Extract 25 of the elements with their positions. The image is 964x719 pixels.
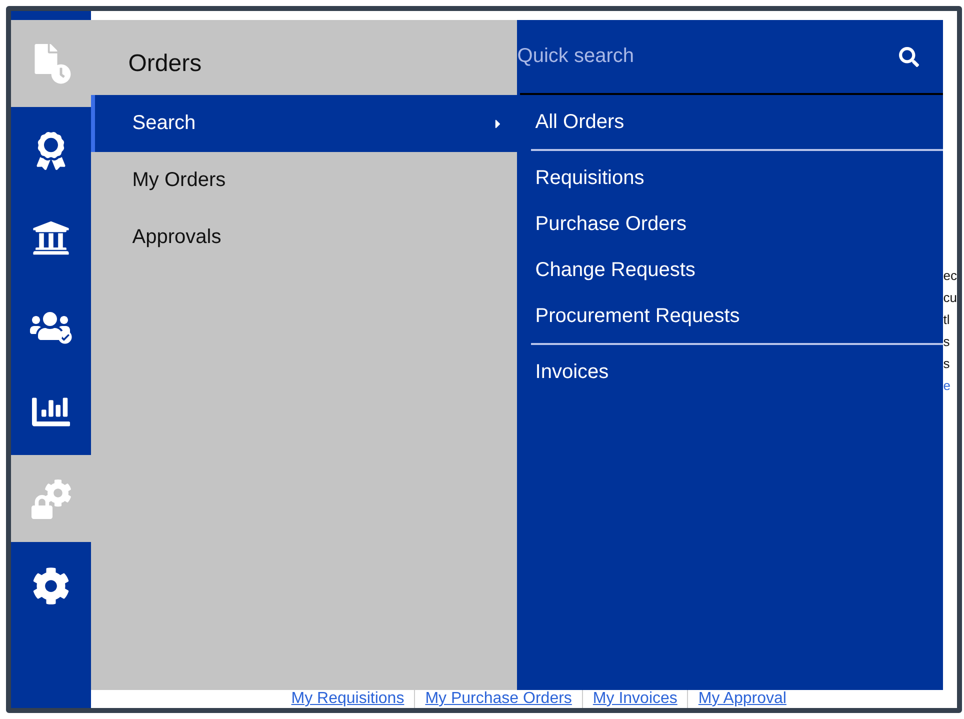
search-field[interactable]: Quick search [517,45,818,68]
submenu-item[interactable]: All Orders [531,99,944,145]
page-link[interactable]: My Approval [687,690,796,708]
submenu-item[interactable]: Invoices [531,349,944,395]
menu-title: Orders [127,48,203,78]
page-link[interactable]: My Requisitions [281,690,414,708]
submenu-item[interactable]: Requisitions [531,155,944,201]
submenu-item[interactable]: Change Requests [531,247,944,293]
menu-item[interactable]: Search [91,95,518,152]
page-text: s [943,355,951,373]
page-text: s [943,333,951,351]
submenu-item[interactable]: Purchase Orders [531,201,944,247]
menu-item[interactable]: Approvals [91,209,518,266]
page-text: e [943,377,952,395]
page-link[interactable]: My Invoices [582,690,688,708]
settings-icon [32,566,70,604]
submenu-item[interactable]: Procurement Requests [531,293,944,339]
bank-icon [32,218,70,256]
page-link[interactable]: My Purchase Orders [414,690,582,708]
lock-gear-icon [30,478,72,518]
page-text: ec [943,267,957,285]
page-text: tl [943,311,951,329]
page-text: cu [943,289,957,307]
menu-item[interactable]: My Orders [91,152,518,209]
search-icon[interactable] [899,46,920,66]
